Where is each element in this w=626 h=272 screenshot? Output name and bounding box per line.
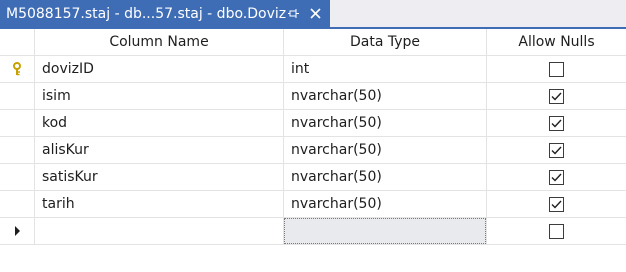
document-tab[interactable]: M5088157.staj - db...57.staj - dbo.Doviz <box>0 0 330 27</box>
allow-nulls-cell <box>487 137 626 164</box>
row-selector[interactable] <box>0 218 35 245</box>
data-type-cell[interactable]: nvarchar(50) <box>284 137 487 164</box>
allow-nulls-cell <box>487 56 626 83</box>
table-row[interactable]: kod nvarchar(50) <box>0 110 626 137</box>
allow-nulls-cell <box>487 83 626 110</box>
table-row[interactable]: isim nvarchar(50) <box>0 83 626 110</box>
column-name-cell[interactable]: isim <box>35 83 284 110</box>
allow-nulls-cell <box>487 110 626 137</box>
allow-nulls-checkbox[interactable] <box>549 223 564 239</box>
pin-icon[interactable] <box>288 8 300 20</box>
allow-nulls-checkbox[interactable] <box>549 169 564 185</box>
allow-nulls-checkbox[interactable] <box>549 115 564 131</box>
data-type-cell[interactable]: nvarchar(50) <box>284 191 487 218</box>
data-type-cell[interactable]: nvarchar(50) <box>284 110 487 137</box>
table-row[interactable]: tarih nvarchar(50) <box>0 191 626 218</box>
row-selector[interactable] <box>0 83 35 110</box>
allow-nulls-checkbox[interactable] <box>549 88 564 104</box>
document-tabstrip: M5088157.staj - db...57.staj - dbo.Doviz <box>0 0 626 29</box>
table-row[interactable]: dovizID int <box>0 56 626 83</box>
allow-nulls-checkbox[interactable] <box>549 196 564 212</box>
data-type-cell[interactable]: int <box>284 56 487 83</box>
column-name-cell[interactable]: satisKur <box>35 164 284 191</box>
column-name-cell[interactable]: tarih <box>35 191 284 218</box>
data-type-header[interactable]: Data Type <box>284 29 487 56</box>
data-type-cell[interactable]: nvarchar(50) <box>284 164 487 191</box>
grid-header-row: Column Name Data Type Allow Nulls <box>0 29 626 56</box>
allow-nulls-checkbox[interactable] <box>549 142 564 158</box>
data-type-input[interactable] <box>284 218 486 244</box>
tab-title: M5088157.staj - db...57.staj - dbo.Doviz <box>6 5 287 22</box>
allow-nulls-cell <box>487 164 626 191</box>
column-name-cell[interactable]: kod <box>35 110 284 137</box>
row-selector[interactable] <box>0 164 35 191</box>
checkmark-icon <box>551 200 562 209</box>
current-row-arrow-icon <box>14 226 20 236</box>
checkmark-icon <box>551 119 562 128</box>
close-icon[interactable] <box>309 7 322 20</box>
header-selector-cell <box>0 29 35 56</box>
allow-nulls-checkbox[interactable] <box>549 61 564 77</box>
data-type-cell[interactable] <box>284 218 487 245</box>
row-selector[interactable] <box>0 137 35 164</box>
column-name-cell[interactable]: dovizID <box>35 56 284 83</box>
checkmark-icon <box>551 92 562 101</box>
new-row[interactable] <box>0 218 626 245</box>
checkmark-icon <box>551 173 562 182</box>
column-name-cell[interactable] <box>35 218 284 245</box>
row-selector[interactable] <box>0 56 35 83</box>
checkmark-icon <box>551 146 562 155</box>
table-row[interactable]: satisKur nvarchar(50) <box>0 164 626 191</box>
column-name-header[interactable]: Column Name <box>35 29 284 56</box>
column-name-cell[interactable]: alisKur <box>35 137 284 164</box>
table-row[interactable]: alisKur nvarchar(50) <box>0 137 626 164</box>
data-type-cell[interactable]: nvarchar(50) <box>284 83 487 110</box>
row-selector[interactable] <box>0 191 35 218</box>
allow-nulls-cell <box>487 218 626 245</box>
row-selector[interactable] <box>0 110 35 137</box>
allow-nulls-header[interactable]: Allow Nulls <box>487 29 626 56</box>
allow-nulls-cell <box>487 191 626 218</box>
primary-key-icon <box>13 62 21 76</box>
